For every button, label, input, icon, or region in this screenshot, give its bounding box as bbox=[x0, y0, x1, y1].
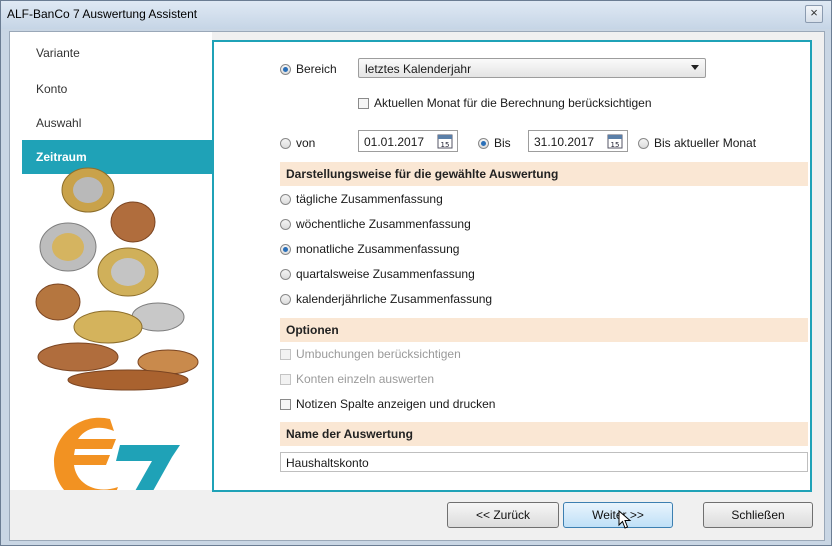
close-window-button[interactable]: × bbox=[805, 5, 823, 23]
name-section-heading: Name der Auswertung bbox=[280, 422, 808, 446]
bereich-option[interactable]: Bereich bbox=[280, 62, 337, 76]
display-option-weekly[interactable]: wöchentliche Zusammenfassung bbox=[280, 217, 471, 231]
mouse-cursor-icon bbox=[618, 510, 632, 529]
close-button[interactable]: Schließen bbox=[703, 502, 813, 528]
notizen-checkbox[interactable] bbox=[280, 398, 291, 410]
coins-decoration bbox=[35, 167, 199, 391]
bis-radio[interactable] bbox=[478, 137, 489, 149]
notizen-label: Notizen Spalte anzeigen und drucken bbox=[296, 397, 496, 411]
monthly-radio[interactable] bbox=[280, 243, 291, 255]
bereich-radio[interactable] bbox=[280, 63, 291, 75]
title-bar[interactable]: ALF-BanCo 7 Auswertung Assistent × bbox=[1, 1, 831, 29]
von-radio[interactable] bbox=[280, 137, 291, 149]
yearly-radio[interactable] bbox=[280, 293, 291, 305]
daily-label: tägliche Zusammenfassung bbox=[296, 192, 443, 206]
name-input-value: Haushaltskonto bbox=[286, 456, 369, 470]
bis-option[interactable]: Bis bbox=[478, 136, 511, 150]
von-option[interactable]: von bbox=[280, 136, 315, 150]
chevron-down-icon bbox=[691, 65, 699, 70]
current-month-checkbox[interactable] bbox=[358, 97, 369, 109]
weekly-label: wöchentliche Zusammenfassung bbox=[296, 217, 471, 231]
calendar-icon[interactable]: 15 bbox=[437, 133, 453, 149]
calendar-icon[interactable]: 15 bbox=[607, 133, 623, 149]
yearly-label: kalenderjährliche Zusammenfassung bbox=[296, 292, 493, 306]
sidebar-item-konto[interactable]: Konto bbox=[22, 72, 212, 106]
konten-einzeln-label: Konten einzeln auswerten bbox=[296, 372, 435, 386]
sidebar: Variante Konto Auswahl Zeitraum bbox=[10, 32, 212, 490]
display-option-daily[interactable]: tägliche Zusammenfassung bbox=[280, 192, 443, 206]
von-date-field[interactable]: 01.01.2017 15 bbox=[358, 130, 458, 152]
option-konten-einzeln: Konten einzeln auswerten bbox=[280, 372, 434, 386]
option-notizen[interactable]: Notizen Spalte anzeigen und drucken bbox=[280, 397, 495, 411]
client-area: Variante Konto Auswahl Zeitraum Bereich … bbox=[9, 31, 825, 541]
weekly-radio[interactable] bbox=[280, 218, 291, 230]
wizard-window: ALF-BanCo 7 Auswertung Assistent × Varia… bbox=[0, 0, 832, 546]
back-button[interactable]: << Zurück bbox=[447, 502, 559, 528]
bis-current-month-option[interactable]: Bis aktueller Monat bbox=[638, 136, 756, 150]
alf-banco-logo bbox=[54, 417, 180, 490]
settings-panel: Bereich letztes Kalenderjahr Aktuellen M… bbox=[212, 40, 812, 492]
sidebar-item-variante[interactable]: Variante bbox=[22, 36, 212, 70]
quarterly-radio[interactable] bbox=[280, 268, 291, 280]
name-input[interactable]: Haushaltskonto bbox=[280, 452, 808, 472]
von-date-value: 01.01.2017 bbox=[364, 135, 425, 149]
quarterly-label: quartalsweise Zusammenfassung bbox=[296, 267, 475, 281]
umbuchungen-label: Umbuchungen berücksichtigen bbox=[296, 347, 461, 361]
display-option-monthly[interactable]: monatliche Zusammenfassung bbox=[280, 242, 459, 256]
option-umbuchungen: Umbuchungen berücksichtigen bbox=[280, 347, 461, 361]
bis-label: Bis bbox=[494, 136, 511, 150]
bis-current-month-radio[interactable] bbox=[638, 137, 649, 149]
daily-radio[interactable] bbox=[280, 193, 291, 205]
bis-date-field[interactable]: 31.10.2017 15 bbox=[528, 130, 628, 152]
bis-current-month-label: Bis aktueller Monat bbox=[654, 136, 757, 150]
konten-einzeln-checkbox bbox=[280, 373, 291, 385]
calendar-day-number: 15 bbox=[441, 141, 450, 149]
current-month-option[interactable]: Aktuellen Monat für die Berechnung berüc… bbox=[358, 96, 652, 110]
umbuchungen-checkbox bbox=[280, 348, 291, 360]
calendar-day-number: 15 bbox=[611, 141, 620, 149]
sidebar-item-auswahl[interactable]: Auswahl bbox=[22, 106, 212, 140]
display-section-heading: Darstellungsweise für die gewählte Auswe… bbox=[280, 162, 808, 186]
von-label: von bbox=[296, 136, 316, 150]
bis-date-value: 31.10.2017 bbox=[534, 135, 595, 149]
window-title: ALF-BanCo 7 Auswertung Assistent bbox=[7, 7, 198, 21]
display-option-quarterly[interactable]: quartalsweise Zusammenfassung bbox=[280, 267, 475, 281]
display-option-yearly[interactable]: kalenderjährliche Zusammenfassung bbox=[280, 292, 492, 306]
current-month-label: Aktuellen Monat für die Berechnung berüc… bbox=[374, 96, 652, 110]
bereich-label: Bereich bbox=[296, 62, 337, 76]
monthly-label: monatliche Zusammenfassung bbox=[296, 242, 460, 256]
bereich-dropdown-value: letztes Kalenderjahr bbox=[365, 62, 472, 76]
bereich-dropdown[interactable]: letztes Kalenderjahr bbox=[358, 58, 706, 78]
coins-illustration bbox=[35, 167, 199, 391]
options-section-heading: Optionen bbox=[280, 318, 808, 342]
